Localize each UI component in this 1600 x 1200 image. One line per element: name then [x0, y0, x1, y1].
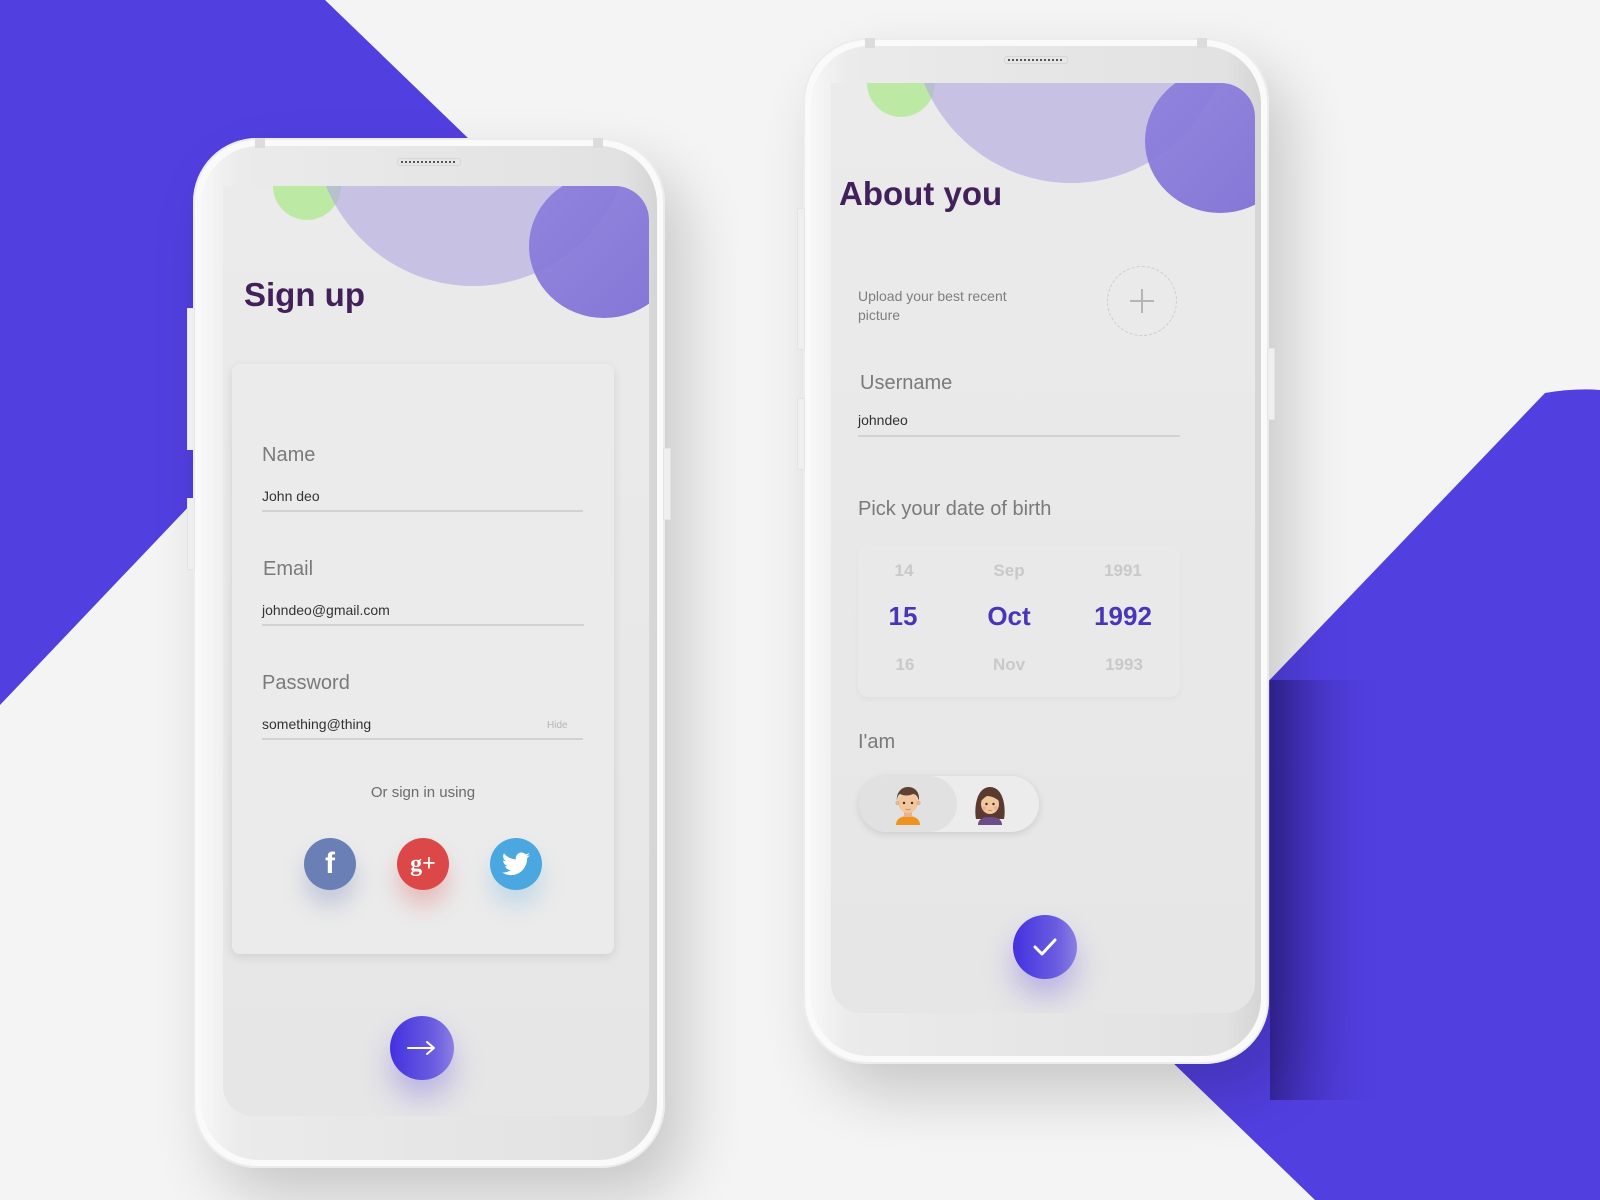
date-picker: 14 15 16 Sep Oct Nov 1991 1992 1993: [858, 545, 1180, 697]
arrow-right-icon: [407, 1041, 435, 1055]
day-next[interactable]: 16: [850, 655, 960, 675]
phone-cap: [865, 38, 875, 48]
phone-cap: [593, 138, 603, 148]
about-screen: About you Upload your best recent pictur…: [831, 83, 1255, 1013]
social-prompt: Or sign in using: [370, 784, 476, 801]
phone-cap: [255, 138, 265, 148]
page-title: Sign up: [244, 276, 365, 313]
plus-icon: [1130, 289, 1154, 313]
signup-screen: Sign up Name John deo Email johndeo@gmai…: [223, 186, 649, 1116]
facebook-button[interactable]: f: [304, 838, 356, 890]
phone-side-button[interactable]: [797, 398, 805, 470]
password-underline: [262, 738, 583, 740]
email-label: Email: [263, 558, 314, 580]
phone-side-button[interactable]: [187, 498, 195, 570]
signup-form-card: Name John deo Email johndeo@gmail.com Pa…: [232, 364, 614, 954]
decor-purple-circle: [529, 186, 649, 318]
email-underline: [262, 624, 584, 626]
phone-side-button[interactable]: [797, 208, 805, 350]
day-selected[interactable]: 15: [848, 601, 958, 632]
month-prev[interactable]: Sep: [954, 561, 1064, 581]
facebook-icon: f: [325, 847, 335, 880]
google-plus-button[interactable]: g+: [397, 838, 449, 890]
twitter-button[interactable]: [490, 838, 542, 890]
month-selected[interactable]: Oct: [954, 601, 1064, 632]
next-button[interactable]: [390, 1016, 454, 1080]
day-prev[interactable]: 14: [849, 561, 959, 581]
decor-green-circle: [867, 83, 935, 117]
phone-side-button[interactable]: [187, 308, 195, 450]
female-avatar-icon: [975, 787, 1005, 825]
page-title: About you: [839, 175, 1003, 212]
year-next[interactable]: 1993: [1069, 655, 1179, 675]
name-input[interactable]: John deo: [262, 488, 320, 504]
password-input[interactable]: something@thing: [262, 716, 371, 732]
upload-photo-button[interactable]: [1107, 266, 1177, 336]
username-label: Username: [860, 372, 953, 394]
phone-side-button[interactable]: [1267, 348, 1275, 420]
gender-label: I'am: [858, 731, 896, 753]
gender-option-female[interactable]: [941, 776, 1039, 832]
check-icon: [1033, 938, 1057, 956]
name-label: Name: [262, 444, 316, 466]
male-avatar-icon: [895, 787, 921, 825]
phone-side-button[interactable]: [663, 448, 671, 520]
hide-password-toggle[interactable]: Hide: [547, 720, 568, 731]
username-input[interactable]: johndeo: [858, 412, 908, 428]
year-prev[interactable]: 1991: [1068, 561, 1178, 581]
upload-text: Upload your best recent picture: [858, 288, 1007, 323]
phone-speaker: [397, 158, 461, 166]
name-underline: [262, 510, 583, 512]
decor-purple-circle: [1145, 83, 1255, 213]
email-input[interactable]: johndeo@gmail.com: [262, 602, 390, 618]
google-plus-icon: g+: [410, 850, 436, 877]
username-underline: [858, 435, 1180, 437]
confirm-button[interactable]: [1013, 915, 1077, 979]
phone-signup: Sign up Name John deo Email johndeo@gmai…: [187, 138, 671, 1168]
password-label: Password: [262, 672, 350, 694]
phone-about: About you Upload your best recent pictur…: [797, 38, 1275, 1064]
dob-label: Pick your date of birth: [858, 498, 1052, 520]
phone-cap: [1197, 38, 1207, 48]
twitter-icon: [502, 852, 530, 876]
gender-toggle[interactable]: [859, 776, 1039, 832]
phone-speaker: [1004, 56, 1068, 64]
month-next[interactable]: Nov: [954, 655, 1064, 675]
year-selected[interactable]: 1992: [1068, 601, 1178, 632]
